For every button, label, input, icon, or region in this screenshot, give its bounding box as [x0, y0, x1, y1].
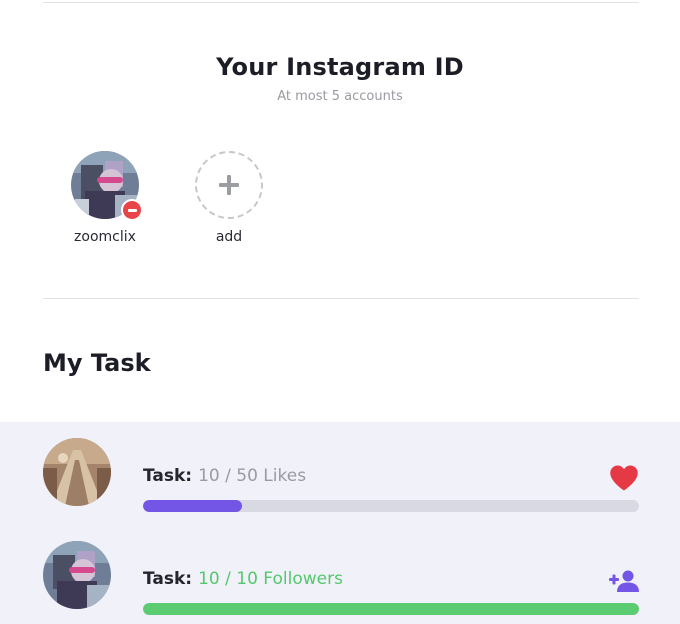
section-divider [43, 298, 639, 299]
task-row-likes[interactable]: Task: 10 / 50 Likes [0, 438, 680, 518]
add-user-icon[interactable] [609, 567, 639, 595]
task-label: Task: [143, 569, 193, 589]
plus-icon [219, 175, 239, 195]
task-avatar [43, 438, 111, 506]
task-progress-text: 10 / 50 Likes [198, 466, 307, 486]
task-label: Task: [143, 466, 193, 486]
task-row-followers[interactable]: Task: 10 / 10 Followers [0, 541, 680, 621]
task-avatar [43, 541, 111, 609]
my-task-title: My Task [43, 349, 151, 377]
add-account-button[interactable] [195, 151, 263, 219]
progress-bar-likes [143, 500, 639, 512]
progress-bar-followers [143, 603, 639, 615]
minus-icon [127, 208, 137, 212]
task-text: Task: 10 / 50 Likes [143, 466, 306, 486]
task-progress-text: 10 / 10 Followers [198, 569, 343, 589]
task-text: Task: 10 / 10 Followers [143, 569, 343, 589]
task-list: Task: 10 / 50 Likes Task: 10 / 10 Follower… [0, 422, 680, 624]
progress-fill [143, 603, 639, 615]
instagram-id-subtitle: At most 5 accounts [277, 89, 403, 104]
heart-icon[interactable] [609, 464, 639, 492]
remove-account-button[interactable] [121, 199, 143, 221]
account-item-zoomclix[interactable]: zoomclix [60, 151, 150, 245]
top-divider [43, 2, 639, 3]
add-account-item[interactable]: add [184, 151, 274, 245]
account-username: zoomclix [74, 229, 136, 245]
add-account-label: add [215, 229, 243, 245]
account-avatar-wrap [71, 151, 143, 221]
instagram-id-title: Your Instagram ID [216, 53, 464, 81]
progress-fill [143, 500, 243, 512]
